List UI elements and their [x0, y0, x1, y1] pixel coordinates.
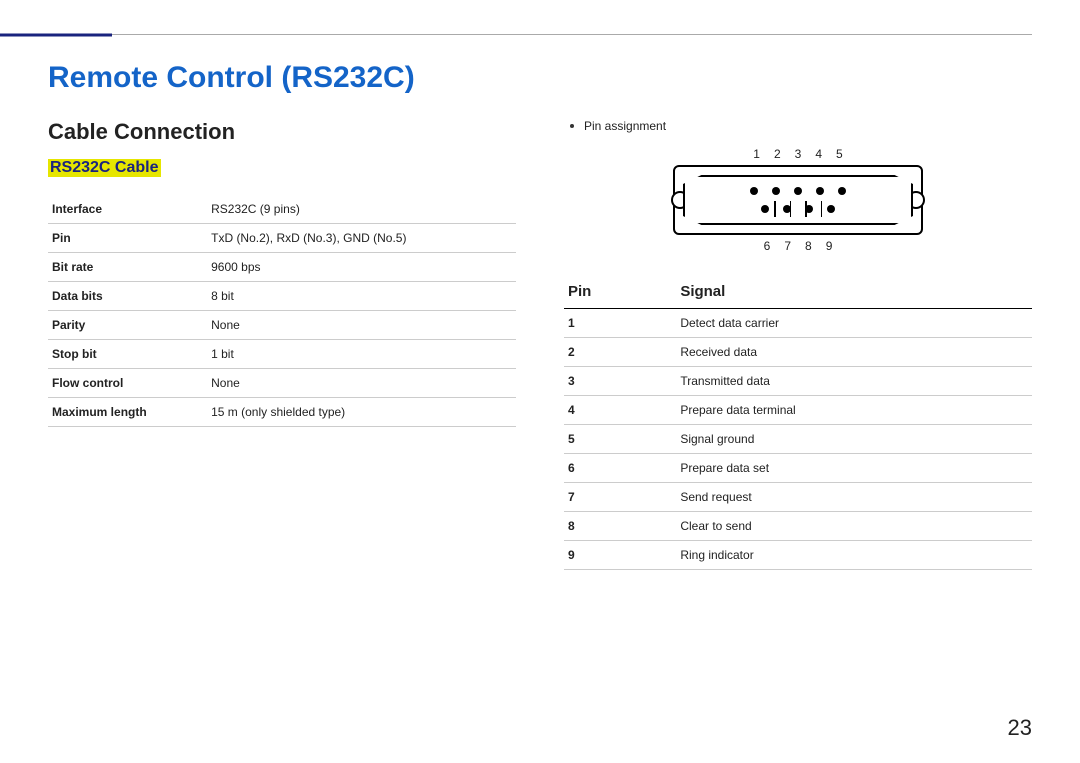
spec-key: Pin	[48, 224, 207, 253]
pin-dot-icon	[816, 187, 824, 195]
spec-key: Flow control	[48, 369, 207, 398]
pin-row: 2Received data	[564, 338, 1032, 367]
pin-number: 6	[564, 454, 676, 483]
page-number: 23	[1008, 715, 1032, 741]
pin-dot-icon	[794, 187, 802, 195]
pin-number: 2	[564, 338, 676, 367]
spec-key: Stop bit	[48, 340, 207, 369]
spec-row: ParityNone	[48, 311, 516, 340]
pin-labels-top: 1 2 3 4 5	[673, 147, 923, 161]
spec-row: InterfaceRS232C (9 pins)	[48, 195, 516, 224]
pin-number: 1	[564, 309, 676, 338]
pin-row: 4Prepare data terminal	[564, 396, 1032, 425]
pin-dot-icon	[838, 187, 846, 195]
pin-row: 7Send request	[564, 483, 1032, 512]
pin-num: 4	[815, 147, 822, 161]
connector-outer	[673, 165, 923, 235]
pin-row: 9Ring indicator	[564, 541, 1032, 570]
pin-number: 5	[564, 425, 676, 454]
spec-row: Maximum length15 m (only shielded type)	[48, 398, 516, 427]
spec-key: Interface	[48, 195, 207, 224]
spec-value: None	[207, 311, 516, 340]
pin-row: 6Prepare data set	[564, 454, 1032, 483]
pin-number: 7	[564, 483, 676, 512]
pin-row: 1Detect data carrier	[564, 309, 1032, 338]
spec-value: 9600 bps	[207, 253, 516, 282]
left-column: Cable Connection RS232C Cable InterfaceR…	[48, 119, 516, 570]
spec-key: Data bits	[48, 282, 207, 311]
spec-key: Bit rate	[48, 253, 207, 282]
right-column: Pin assignment 1 2 3 4 5	[564, 119, 1032, 570]
spec-value: 1 bit	[207, 340, 516, 369]
pin-dot-icon	[750, 187, 758, 195]
pin-row: 3Transmitted data	[564, 367, 1032, 396]
pin-number: 9	[564, 541, 676, 570]
pin-signal: Detect data carrier	[676, 309, 1032, 338]
spec-row: Flow controlNone	[48, 369, 516, 398]
spec-key: Parity	[48, 311, 207, 340]
spec-row: Data bits8 bit	[48, 282, 516, 311]
pin-row-top	[707, 187, 889, 195]
spec-key: Maximum length	[48, 398, 207, 427]
pin-num: 3	[795, 147, 802, 161]
pin-signal: Send request	[676, 483, 1032, 512]
content-columns: Cable Connection RS232C Cable InterfaceR…	[48, 119, 1032, 570]
spec-value: 8 bit	[207, 282, 516, 311]
spec-value: TxD (No.2), RxD (No.3), GND (No.5)	[207, 224, 516, 253]
pin-signal: Prepare data terminal	[676, 396, 1032, 425]
spec-row: PinTxD (No.2), RxD (No.3), GND (No.5)	[48, 224, 516, 253]
pin-signal: Received data	[676, 338, 1032, 367]
pin-num: 2	[774, 147, 781, 161]
pin-dot-icon	[772, 187, 780, 195]
connector-inner	[683, 175, 913, 225]
header-accent-bar	[0, 33, 112, 36]
pin-signal: Ring indicator	[676, 541, 1032, 570]
spec-value: None	[207, 369, 516, 398]
spec-value: 15 m (only shielded type)	[207, 398, 516, 427]
bullet-icon	[570, 124, 574, 128]
pin-row: 8Clear to send	[564, 512, 1032, 541]
sub-title: RS232C Cable	[48, 159, 161, 177]
pin-num: 1	[753, 147, 760, 161]
spec-row: Stop bit1 bit	[48, 340, 516, 369]
pin-num: 5	[836, 147, 843, 161]
pin-number: 4	[564, 396, 676, 425]
pin-num: 7	[784, 239, 791, 253]
pin-labels-bottom: 6 7 8 9	[673, 239, 923, 253]
pin-signal: Transmitted data	[676, 367, 1032, 396]
pin-num: 8	[805, 239, 812, 253]
page-title: Remote Control (RS232C)	[48, 61, 1032, 95]
pin-signal: Signal ground	[676, 425, 1032, 454]
pin-header: Pin	[564, 279, 676, 309]
pin-number: 8	[564, 512, 676, 541]
pin-signal: Clear to send	[676, 512, 1032, 541]
spec-table: InterfaceRS232C (9 pins) PinTxD (No.2), …	[48, 195, 516, 427]
spec-row: Bit rate9600 bps	[48, 253, 516, 282]
pin-number: 3	[564, 367, 676, 396]
pin-traces-bottom	[675, 201, 921, 217]
signal-header: Signal	[676, 279, 1032, 309]
pin-num: 6	[764, 239, 771, 253]
section-title: Cable Connection	[48, 119, 516, 145]
spec-value: RS232C (9 pins)	[207, 195, 516, 224]
header-divider	[48, 34, 1032, 35]
pin-signal-table: Pin Signal 1Detect data carrier 2Receive…	[564, 279, 1032, 570]
pin-num: 9	[826, 239, 833, 253]
pin-row: 5Signal ground	[564, 425, 1032, 454]
pin-assignment-text: Pin assignment	[584, 119, 666, 133]
connector-diagram: 1 2 3 4 5	[673, 147, 923, 253]
pin-assignment-label: Pin assignment	[570, 119, 1032, 133]
pin-signal: Prepare data set	[676, 454, 1032, 483]
